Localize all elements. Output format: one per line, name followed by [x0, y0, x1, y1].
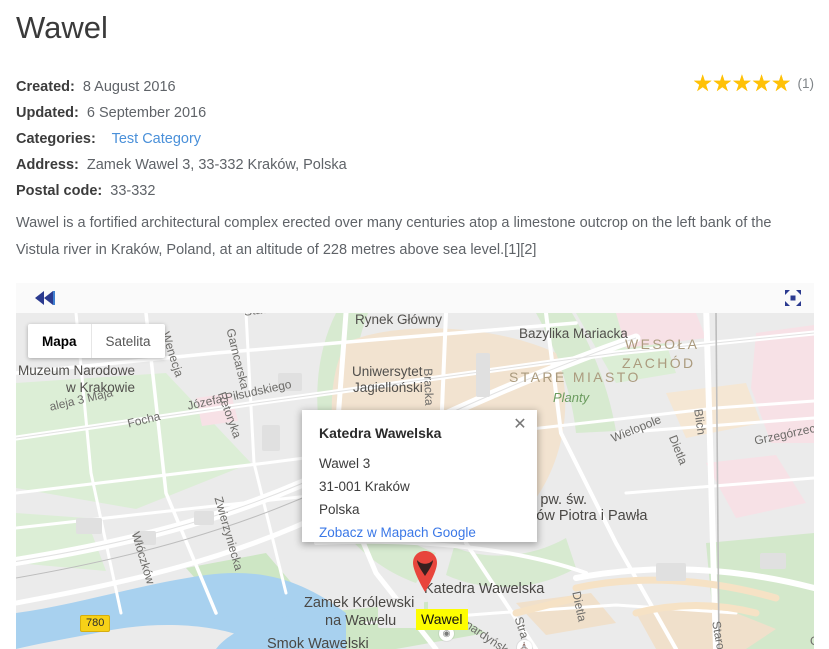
road-shield-780: 780 — [80, 615, 111, 632]
map-marker-wawel[interactable] — [411, 550, 439, 592]
map-type-map-button[interactable]: Mapa — [28, 324, 91, 358]
updated-label: Updated: — [16, 105, 79, 121]
info-window-title: Katedra Wawelska — [319, 425, 442, 441]
address-value: Zamek Wawel 3, 33-332 Kraków, Polska — [86, 157, 347, 173]
fullscreen-expand-icon[interactable] — [783, 288, 803, 308]
map-toolbar — [16, 283, 814, 313]
star-icon-5[interactable]: ★ — [771, 72, 792, 95]
star-icon-3[interactable]: ★ — [732, 72, 753, 95]
star-icon-2[interactable]: ★ — [712, 72, 733, 95]
meta-list: Created: 8 August 2016 Updated: 6 Septem… — [16, 74, 656, 204]
meta-row-created: Created: 8 August 2016 — [16, 74, 656, 100]
postal-code-value: 33-332 — [110, 183, 156, 199]
map-canvas[interactable]: Mapa Satelita 780 ◉ ⛪ ⌂ ⌂ 🌲 Wawel — [16, 313, 814, 649]
category-link-test-category[interactable]: Test Category — [112, 131, 201, 147]
double-left-arrow-icon[interactable] — [32, 289, 58, 307]
map-container[interactable]: Mapa Satelita 780 ◉ ⛪ ⌂ ⌂ 🌲 Wawel — [16, 283, 814, 649]
rating-widget[interactable]: ★ ★ ★ ★ ★ (1) — [692, 72, 814, 95]
meta-row-address: Address: Zamek Wawel 3, 33-332 Kraków, P… — [16, 152, 656, 178]
star-icon-1[interactable]: ★ — [692, 72, 713, 95]
star-icon-4[interactable]: ★ — [751, 72, 772, 95]
created-label: Created: — [16, 79, 75, 95]
description-text: Wawel is a fortified architectural compl… — [16, 215, 772, 258]
page-title: Wawel — [16, 10, 108, 45]
map-type-satellite-button[interactable]: Satelita — [92, 324, 165, 358]
info-window-address-line2: 31-001 Kraków — [319, 479, 410, 494]
map-type-control[interactable]: Mapa Satelita — [28, 324, 165, 358]
place-detail-page: Wawel ★ ★ ★ ★ ★ (1) Created: 8 August 20… — [0, 0, 829, 649]
meta-row-categories: Categories: Test Category — [16, 126, 656, 152]
address-label: Address: — [16, 157, 79, 173]
info-window-address-line3: Polska — [319, 502, 360, 517]
marker-label-wawel: Wawel — [416, 609, 468, 630]
meta-row-updated: Updated: 6 September 2016 — [16, 100, 656, 126]
categories-label: Categories: — [16, 131, 96, 147]
rating-count: (1) — [797, 76, 815, 91]
updated-value: 6 September 2016 — [86, 105, 207, 121]
created-value: 8 August 2016 — [82, 79, 176, 95]
postal-code-label: Postal code: — [16, 183, 103, 199]
close-icon[interactable]: ✕ — [512, 417, 528, 433]
meta-row-postal-code: Postal code: 33-332 — [16, 178, 656, 204]
view-on-google-maps-link[interactable]: Zobacz w Mapach Google — [319, 525, 476, 540]
info-window-address-line1: Wawel 3 — [319, 456, 371, 471]
map-info-window[interactable]: ✕ Katedra Wawelska Wawel 3 31-001 Kraków… — [302, 410, 537, 542]
church-poi-icon[interactable]: ⛪ — [517, 640, 532, 649]
